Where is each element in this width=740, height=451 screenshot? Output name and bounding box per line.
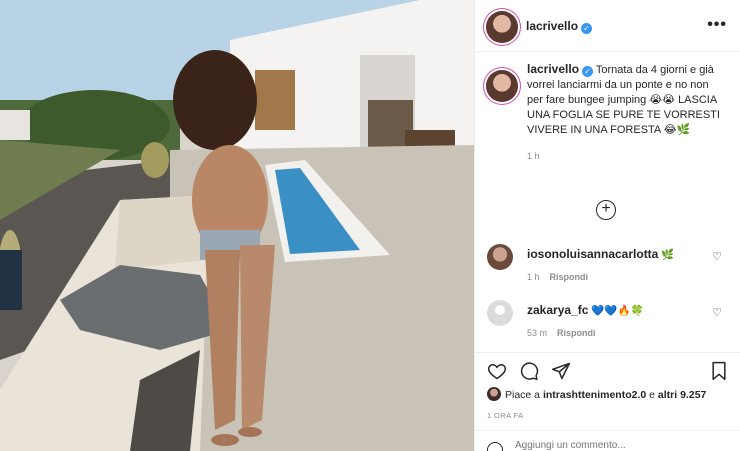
- commenter-avatar[interactable]: [487, 300, 513, 326]
- comment-like-heart-icon[interactable]: ♡: [712, 250, 722, 263]
- commenter-username[interactable]: zakarya_fc: [527, 303, 588, 317]
- likes-connector: e: [649, 389, 655, 401]
- post-action-bar: [475, 352, 740, 386]
- caption-body: lacrivello ✓ Tornata da 4 giorni e già vo…: [527, 62, 727, 138]
- comment-body: iosonoluisannacarlotta 🌿: [527, 247, 707, 261]
- verified-badge-icon: ✓: [581, 23, 593, 34]
- post-date[interactable]: 1 ORA FA: [487, 411, 524, 420]
- reply-button[interactable]: Rispondi: [550, 272, 589, 282]
- post-image: [0, 0, 474, 451]
- comment-timestamp[interactable]: 1 h: [527, 272, 540, 282]
- comment-meta: 1 h Rispondi: [527, 272, 588, 282]
- comment-bubble-icon[interactable]: [519, 361, 539, 381]
- post-side-panel: lacrivello ✓ ••• lacrivello ✓ Tornata da 4…: [474, 0, 740, 451]
- commenter-avatar[interactable]: [487, 244, 513, 270]
- plus-circle-icon[interactable]: +: [596, 200, 616, 220]
- comment-body: zakarya_fc 💙💙🔥🍀: [527, 303, 707, 317]
- post-caption: lacrivello ✓ Tornata da 4 giorni e già vo…: [475, 62, 740, 164]
- liker-username[interactable]: intrashttenimento2.0: [543, 389, 646, 401]
- caption-timestamp[interactable]: 1 h: [527, 149, 727, 164]
- verified-badge-icon: ✓: [582, 66, 594, 77]
- bookmark-icon[interactable]: [709, 361, 729, 381]
- likes-others-count[interactable]: altri 9.257: [658, 389, 706, 401]
- comment-meta: 53 m Rispondi: [527, 328, 596, 338]
- comment-like-heart-icon[interactable]: ♡: [712, 306, 722, 319]
- caption-username[interactable]: lacrivello: [527, 62, 579, 76]
- post-photo[interactable]: [0, 0, 474, 451]
- comment-text: 🌿: [661, 249, 675, 261]
- author-username[interactable]: lacrivello ✓: [526, 19, 593, 34]
- paper-plane-icon[interactable]: [551, 361, 571, 381]
- comment-text: 💙💙🔥🍀: [591, 305, 644, 317]
- post-header: lacrivello ✓ •••: [475, 0, 740, 52]
- likes-prefix: Piace a: [505, 389, 541, 401]
- more-options-icon[interactable]: •••: [707, 16, 727, 34]
- caption-avatar[interactable]: [486, 70, 518, 102]
- comment-timestamp[interactable]: 53 m: [527, 328, 547, 338]
- reply-button[interactable]: Rispondi: [557, 328, 596, 338]
- comment-input[interactable]: [515, 440, 665, 451]
- add-comment-bar: [475, 430, 740, 451]
- author-username-text[interactable]: lacrivello: [526, 19, 578, 33]
- author-avatar[interactable]: [486, 11, 518, 43]
- commenter-username[interactable]: iosonoluisannacarlotta: [527, 247, 658, 261]
- emoji-icon[interactable]: [487, 442, 503, 451]
- liker-avatar[interactable]: [487, 387, 501, 401]
- likes-summary: Piace a intrashttenimento2.0 e altri 9.2…: [487, 387, 706, 401]
- heart-icon[interactable]: [487, 361, 507, 381]
